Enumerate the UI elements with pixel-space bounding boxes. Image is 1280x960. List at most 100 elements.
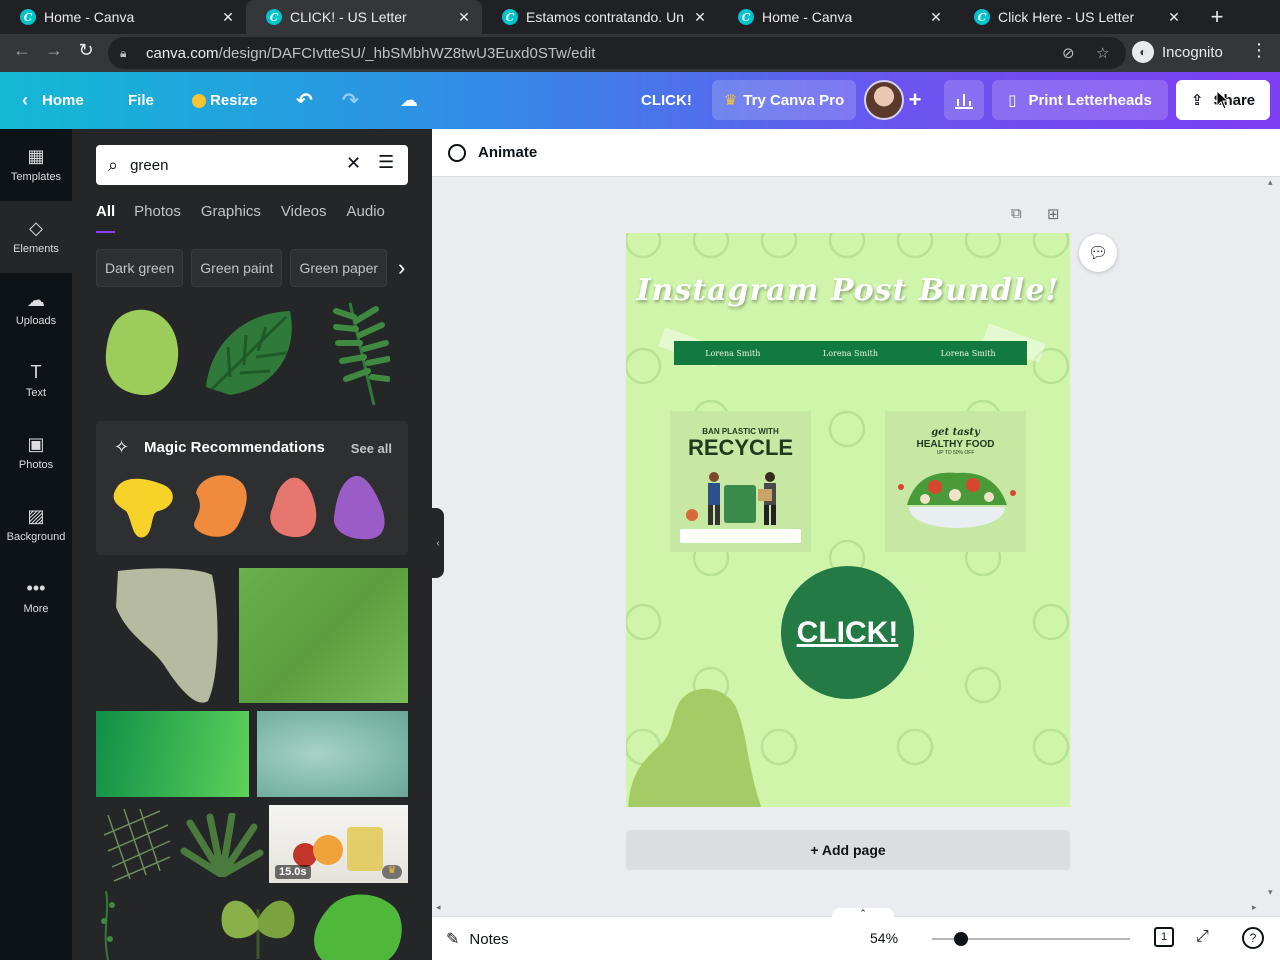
green-glass-photo[interactable] (257, 711, 408, 797)
animate-circles-icon (448, 143, 466, 162)
address-bar[interactable]: 🔒︎ canva.com/design/DAFCIvtteSU/_hbSMbhW… (108, 37, 1126, 69)
olive-blob-graphic (628, 688, 762, 807)
aloe-plant-graphic[interactable] (180, 813, 264, 877)
notes-button[interactable]: ✎ Notes (446, 929, 509, 949)
file-menu-button[interactable]: File (128, 72, 154, 129)
canva-favicon-icon: C (502, 9, 518, 25)
page-title[interactable]: Instagram Post Bundle! (626, 273, 1070, 308)
bar-chart-icon (955, 94, 973, 109)
browser-menu-icon[interactable]: ⋮ (1250, 40, 1268, 61)
rail-item-templates[interactable]: ▦ Templates (0, 129, 72, 201)
browser-tab-2[interactable]: C CLICK! - US Letter ✕ (246, 0, 482, 34)
zoom-slider[interactable] (932, 932, 1130, 946)
collapse-panel-chevron-icon[interactable]: ‹ (432, 508, 444, 578)
tab-audio[interactable]: Audio (347, 195, 385, 233)
scroll-left-icon[interactable]: ◂ (436, 902, 441, 913)
chip-green-paper[interactable]: Green paper (290, 249, 388, 287)
close-tab-icon[interactable]: ✕ (220, 9, 236, 26)
green-blob-graphic[interactable] (102, 307, 182, 399)
scroll-up-icon[interactable]: ▴ (1268, 177, 1273, 188)
green-gradient-graphic[interactable] (96, 711, 249, 797)
vertical-scrollbar[interactable]: ▴ ▾ (1264, 177, 1280, 902)
incognito-indicator[interactable]: ◐ Incognito (1132, 41, 1223, 63)
add-comment-icon[interactable]: 💬︎ (1079, 234, 1117, 272)
vine-graphic[interactable] (96, 891, 136, 960)
back-arrow-icon[interactable]: ← (9, 40, 35, 61)
browser-tab-1[interactable]: C Home - Canva ✕ (0, 0, 246, 34)
zoom-slider-knob[interactable] (953, 932, 968, 946)
rail-item-background[interactable]: ▨ Background (0, 489, 72, 561)
insights-chart-icon[interactable] (944, 80, 984, 120)
redo-icon[interactable]: ↷ (342, 72, 359, 129)
green-watercolor-splash-graphic[interactable] (308, 889, 408, 960)
yellow-blob-graphic[interactable] (110, 475, 178, 541)
salmon-blob-graphic[interactable] (266, 475, 322, 541)
tab-videos[interactable]: Videos (281, 195, 327, 233)
search-input[interactable]: ⌕ green ✕ ☰ (96, 145, 408, 185)
sage-shape-graphic[interactable] (108, 567, 220, 705)
help-icon[interactable]: ? (1242, 927, 1264, 949)
close-tab-icon[interactable]: ✕ (692, 9, 708, 26)
rail-item-photos[interactable]: ▣ Photos (0, 417, 72, 489)
resize-button[interactable]: Resize (192, 72, 258, 129)
tab-photos[interactable]: Photos (134, 195, 181, 233)
reload-icon[interactable]: ↻ (73, 40, 99, 61)
magic-recommendations-section: ✧ Magic Recommendations See all (96, 421, 408, 555)
filter-sliders-icon[interactable]: ☰ (378, 152, 394, 173)
rail-item-uploads[interactable]: ☁ Uploads (0, 273, 72, 345)
browser-tab-5[interactable]: C Click Here - US Letter ✕ (954, 0, 1192, 34)
chip-green-paint[interactable]: Green paint (191, 249, 283, 287)
tab-graphics[interactable]: Graphics (201, 195, 261, 233)
cloud-saved-icon[interactable]: ☁ (400, 72, 418, 129)
chips-next-chevron-icon[interactable]: › (398, 255, 405, 281)
animate-button[interactable]: Animate (478, 144, 537, 161)
butterfly-graphic[interactable] (212, 889, 304, 960)
recycle-post-card[interactable]: BAN PLASTIC WITH RECYCLE (670, 411, 811, 552)
healthy-food-post-card[interactable]: get tasty HEALTHY FOOD UP TO 50% OFF (885, 411, 1026, 552)
scroll-right-icon[interactable]: ▸ (1252, 902, 1257, 913)
purple-blob-graphic[interactable] (330, 473, 388, 543)
fullscreen-icon[interactable]: ⤢ (1196, 928, 1209, 946)
zoom-level[interactable]: 54% (870, 930, 898, 946)
undo-icon[interactable]: ↶ (296, 72, 313, 129)
clear-search-icon[interactable]: ✕ (346, 153, 361, 174)
browser-tab-4[interactable]: C Home - Canva ✕ (718, 0, 954, 34)
click-circle-button[interactable]: CLICK! (781, 566, 914, 699)
eye-slash-icon[interactable]: ⊘ (1062, 44, 1075, 62)
add-page-icon[interactable]: ⊞ (1047, 205, 1060, 223)
close-tab-icon[interactable]: ✕ (928, 9, 944, 26)
green-textured-paper-photo[interactable] (239, 568, 408, 703)
tab-title: Home - Canva (762, 9, 853, 25)
browser-tab-3[interactable]: C Estamos contratando. Une ✕ (482, 0, 718, 34)
contact-ribbon[interactable]: Lorena Smith Lorena Smith Lorena Smith (674, 341, 1027, 365)
home-button[interactable]: ‹ Home (22, 72, 84, 129)
rail-item-more[interactable]: ••• More (0, 561, 72, 633)
try-canva-pro-button[interactable]: ♛ Try Canva Pro (712, 80, 856, 120)
rail-item-text[interactable]: T Text (0, 345, 72, 417)
close-tab-icon[interactable]: ✕ (1166, 9, 1182, 26)
fern-leaf-graphic[interactable] (330, 301, 390, 407)
design-page[interactable]: Instagram Post Bundle! Lorena Smith Lore… (626, 233, 1070, 807)
tea-video-thumbnail[interactable]: 15.0s ♛ (269, 805, 408, 883)
rail-item-elements[interactable]: ◇ Elements (0, 201, 72, 273)
show-pages-chevron-up-icon[interactable]: ⌃ (832, 908, 894, 918)
print-letterheads-button[interactable]: ▯ Print Letterheads (992, 80, 1168, 120)
monstera-leaf-graphic[interactable] (200, 307, 304, 401)
chip-dark-green[interactable]: Dark green (96, 249, 184, 287)
search-value: green (130, 156, 169, 174)
avatar[interactable] (864, 80, 904, 120)
close-tab-icon[interactable]: ✕ (456, 9, 472, 26)
add-page-button[interactable]: + Add page (626, 830, 1070, 870)
orange-blob-graphic[interactable] (186, 473, 250, 541)
new-tab-plus-icon[interactable]: + (1205, 4, 1229, 30)
tab-all[interactable]: All (96, 195, 116, 233)
search-icon: ⌕ (108, 154, 119, 175)
duplicate-page-icon[interactable]: ⧉ (1011, 205, 1022, 222)
bookmark-star-icon[interactable]: ☆ (1096, 44, 1109, 62)
page-count-icon[interactable]: 1 (1154, 927, 1174, 947)
design-title[interactable]: CLICK! (641, 72, 692, 129)
scroll-down-icon[interactable]: ▾ (1268, 887, 1273, 898)
forward-arrow-icon[interactable]: → (41, 40, 67, 61)
green-grid-lines-graphic[interactable] (100, 805, 172, 883)
see-all-link[interactable]: See all (351, 441, 392, 456)
